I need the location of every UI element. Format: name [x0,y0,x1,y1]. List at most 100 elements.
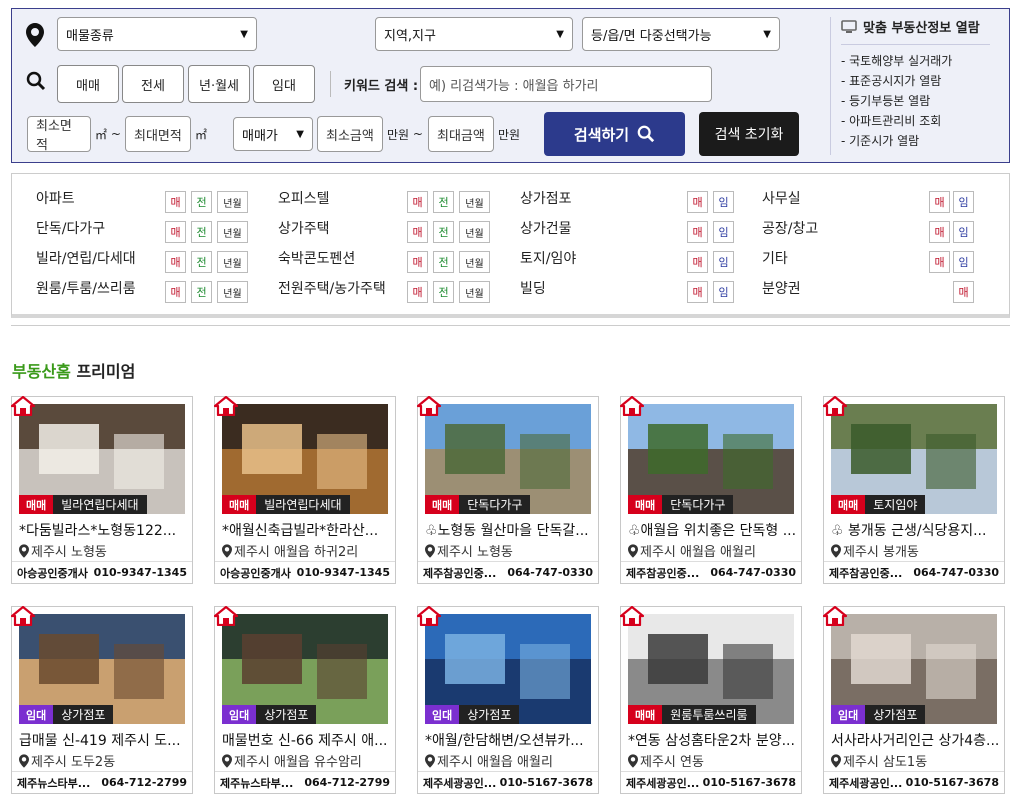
listing-card[interactable]: 임대 상가점포 매물번호 신-66 제주시 애... 제주시 애월읍 유수암리 제주뉴스… [214,606,396,794]
deal-tag-m[interactable]: 매 [407,281,428,303]
agent-name[interactable]: 제주뉴스타부... [220,775,293,791]
listing-card[interactable]: 매매 단독다가구 ♧애월읍 위치좋은 단독형 ... 제주시 애월읍 애월리 제주참공인… [620,396,802,584]
deal-tag-j[interactable]: 전 [191,251,212,273]
listing-card[interactable]: 매매 빌라연립다세대 *애월신축급빌라*한라산... 제주시 애월읍 하귀2리 아승공인… [214,396,396,584]
link-registry[interactable]: - 등기부등본 열람 [841,91,990,111]
listing-card[interactable]: 매매 토지임야 ♧ 봉개동 근생/식당용지... 제주시 봉개동 제주참공인중... 06… [823,396,1005,584]
deal-tag-m[interactable]: 매 [165,221,186,243]
listing-card[interactable]: 매매 단독다가구 ♧노형동 월산마을 단독갈... 제주시 노형동 제주참공인중... 0… [417,396,599,584]
deal-tag-j[interactable]: 전 [433,251,454,273]
deal-tag-j[interactable]: 전 [433,221,454,243]
listing-title[interactable]: 급매물 신-419 제주시 도... [19,730,187,750]
listing-title[interactable]: *연동 삼성홈타운2차 분양... [628,730,796,750]
listing-title[interactable]: *다둠빌라스*노형동122... [19,520,187,540]
search-button[interactable]: 검색하기 [544,112,685,156]
price-type-select[interactable]: 매매가 ▼ [233,117,313,151]
category-item[interactable]: 숙박콘도펜션 [278,246,355,270]
deal-tag-i[interactable]: 임 [953,251,974,273]
listing-title[interactable]: ♧노형동 월산마을 단독갈... [425,520,593,540]
deal-tag-i[interactable]: 임 [713,221,734,243]
link-molit-transactions[interactable]: - 국토해양부 실거래가 [841,51,990,71]
deal-tag-m[interactable]: 매 [165,251,186,273]
agent-name[interactable]: 제주세광공인... [829,775,902,791]
link-standard-price[interactable]: - 기준시가 열람 [841,131,990,151]
deal-tag-j[interactable]: 전 [433,281,454,303]
category-item[interactable]: 오피스텔 [278,186,330,210]
deal-tag-m[interactable]: 매 [687,251,708,273]
listing-title[interactable]: *애월신축급빌라*한라산... [222,520,390,540]
deal-tag-m[interactable]: 매 [407,251,428,273]
deal-tag-y[interactable]: 년월 [217,251,248,273]
deal-tag-y[interactable]: 년월 [459,251,490,273]
deal-tag-m[interactable]: 매 [929,251,950,273]
deal-monthly-button[interactable]: 년·월세 [188,65,250,103]
agent-name[interactable]: 아승공인중개사 [17,565,88,581]
region-select[interactable]: 지역,지구 ▼ [375,17,573,51]
deal-sale-button[interactable]: 매매 [57,65,119,103]
listing-title[interactable]: 매물번호 신-66 제주시 애... [222,730,390,750]
agent-name[interactable]: 아승공인중개사 [220,565,291,581]
deal-tag-m[interactable]: 매 [953,281,974,303]
category-item[interactable]: 빌라/연립/다세대 [36,246,136,270]
deal-tag-m[interactable]: 매 [687,281,708,303]
deal-tag-j[interactable]: 전 [191,191,212,213]
category-item[interactable]: 단독/다가구 [36,216,105,240]
category-item[interactable]: 아파트 [36,186,75,210]
listing-title[interactable]: *애월/한담해변/오션뷰카... [425,730,593,750]
deal-tag-y[interactable]: 년월 [217,281,248,303]
category-item[interactable]: 원룸/투룸/쓰리룸 [36,276,136,300]
deal-tag-m[interactable]: 매 [165,191,186,213]
category-item[interactable]: 기타 [762,246,788,270]
listing-card[interactable]: 임대 상가점포 급매물 신-419 제주시 도... 제주시 도두2동 제주뉴스타부..… [11,606,193,794]
deal-tag-y[interactable]: 년월 [459,191,490,213]
agent-name[interactable]: 제주참공인중... [626,565,699,581]
listing-card[interactable]: 매매 빌라연립다세대 *다둠빌라스*노형동122... 제주시 노형동 아승공인중개사 0… [11,396,193,584]
listing-card[interactable]: 임대 상가점포 *애월/한담해변/오션뷰카... 제주시 애월읍 애월리 제주세광공인.… [417,606,599,794]
link-official-land-price[interactable]: - 표준공시지가 열람 [841,71,990,91]
deal-tag-i[interactable]: 임 [713,281,734,303]
town-multiselect[interactable]: 등/읍/면 다중선택가능 ▼ [582,17,780,51]
listing-title[interactable]: ♧ 봉개동 근생/식당용지... [831,520,999,540]
reset-search-button[interactable]: 검색 초기화 [699,112,799,156]
listing-card[interactable]: 임대 상가점포 서사라사거리인근 상가4층... 제주시 삼도1동 제주세광공인... 0… [823,606,1005,794]
deal-tag-m[interactable]: 매 [407,221,428,243]
link-apt-fee[interactable]: - 아파트관리비 조회 [841,111,990,131]
deal-tag-m[interactable]: 매 [687,221,708,243]
category-item[interactable]: 사무실 [762,186,801,210]
deal-tag-i[interactable]: 임 [713,251,734,273]
deal-lease-button[interactable]: 임대 [253,65,315,103]
min-area-input[interactable]: 최소면적 [27,116,91,153]
keyword-input[interactable]: 예) 리검색가능 : 애월읍 하가리 [420,66,712,102]
listing-title[interactable]: ♧애월읍 위치좋은 단독형 ... [628,520,796,540]
agent-name[interactable]: 제주참공인중... [423,565,496,581]
deal-tag-y[interactable]: 년월 [217,191,248,213]
category-item[interactable]: 공장/창고 [762,216,818,240]
agent-name[interactable]: 제주세광공인... [423,775,496,791]
deal-tag-m[interactable]: 매 [929,221,950,243]
deal-tag-i[interactable]: 임 [713,191,734,213]
category-item[interactable]: 상가점포 [520,186,572,210]
deal-tag-y[interactable]: 년월 [459,281,490,303]
agent-name[interactable]: 제주뉴스타부... [17,775,90,791]
listing-card[interactable]: 매매 원룸투룸쓰리룸 *연동 삼성홈타운2차 분양... 제주시 연동 제주세광공인..… [620,606,802,794]
property-type-select[interactable]: 매물종류 ▼ [57,17,257,51]
agent-name[interactable]: 제주참공인중... [829,565,902,581]
category-item[interactable]: 상가주택 [278,216,330,240]
deal-tag-i[interactable]: 임 [953,221,974,243]
deal-tag-m[interactable]: 매 [929,191,950,213]
category-item[interactable]: 전원주택/농가주택 [278,276,386,300]
agent-name[interactable]: 제주세광공인... [626,775,699,791]
category-item[interactable]: 분양권 [762,276,801,300]
deal-jeonse-button[interactable]: 전세 [122,65,184,103]
max-area-input[interactable]: 최대면적 [125,116,191,152]
listing-title[interactable]: 서사라사거리인근 상가4층... [831,730,999,750]
deal-tag-y[interactable]: 년월 [459,221,490,243]
deal-tag-m[interactable]: 매 [165,281,186,303]
deal-tag-j[interactable]: 전 [433,191,454,213]
max-price-input[interactable]: 최대금액 [428,116,494,152]
deal-tag-y[interactable]: 년월 [217,221,248,243]
category-item[interactable]: 토지/임야 [520,246,576,270]
deal-tag-m[interactable]: 매 [687,191,708,213]
min-price-input[interactable]: 최소금액 [317,116,383,152]
deal-tag-j[interactable]: 전 [191,281,212,303]
